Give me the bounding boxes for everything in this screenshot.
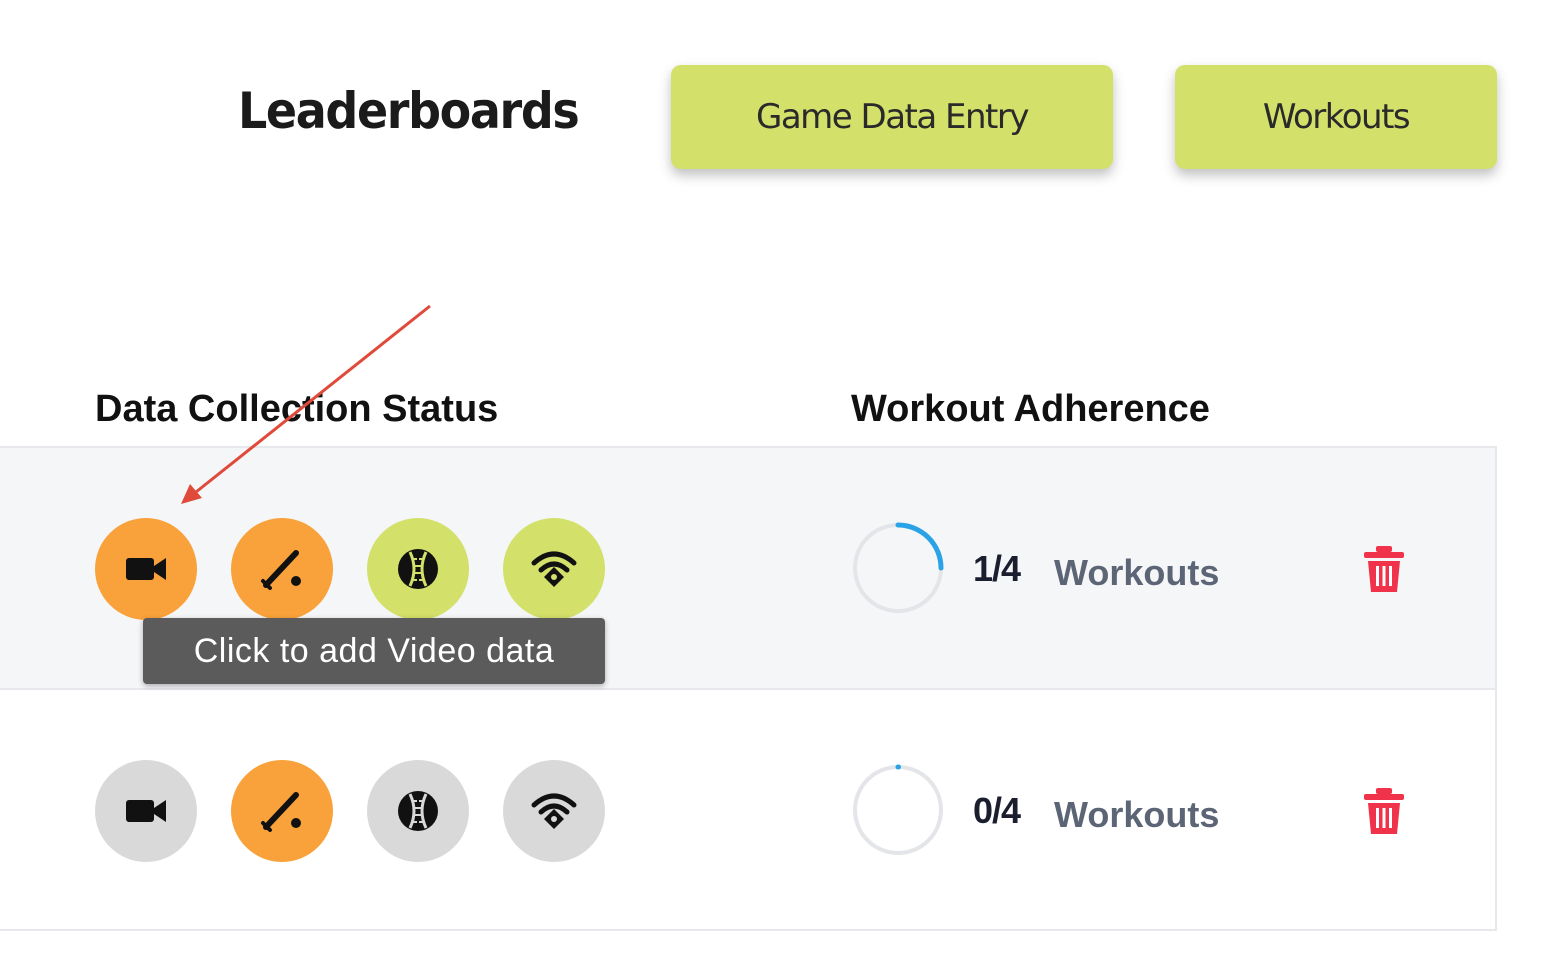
sensor-data-button[interactable]	[503, 518, 605, 620]
video-data-button[interactable]	[95, 760, 197, 862]
page-title[interactable]: Leaderboards	[238, 82, 580, 140]
wireless-sensor-icon	[531, 551, 577, 587]
baseball-bat-icon	[261, 550, 301, 590]
game-data-entry-button[interactable]: Game Data Entry	[671, 65, 1113, 169]
workouts-button[interactable]: Workouts	[1175, 65, 1497, 169]
workouts-count: 1/4	[973, 548, 1021, 589]
baseball-icon	[398, 549, 438, 589]
baseball-icon	[398, 791, 438, 831]
table-row: 0/4 Workouts	[0, 688, 1497, 930]
video-camera-icon	[126, 800, 166, 822]
video-data-button[interactable]	[95, 518, 197, 620]
wireless-sensor-icon	[531, 793, 577, 829]
workouts-label: Workouts	[1054, 794, 1220, 835]
status-icons	[95, 518, 605, 620]
page: Leaderboards Game Data Entry Workouts Da…	[0, 0, 1563, 953]
ball-data-button[interactable]	[367, 760, 469, 862]
ball-data-button[interactable]	[367, 518, 469, 620]
row-divider	[0, 929, 1497, 931]
trash-icon[interactable]	[1362, 544, 1406, 594]
video-data-tooltip: Click to add Video data	[143, 618, 605, 684]
status-icons	[95, 760, 605, 862]
workout-adherence-header: Workout Adherence	[851, 388, 1210, 430]
workouts-count: 0/4	[973, 790, 1021, 831]
trash-icon[interactable]	[1362, 786, 1406, 836]
bat-data-button[interactable]	[231, 760, 333, 862]
baseball-bat-icon	[261, 792, 301, 832]
bat-data-button[interactable]	[231, 518, 333, 620]
sensor-data-button[interactable]	[503, 760, 605, 862]
workouts-label: Workouts	[1054, 552, 1220, 593]
progress-arc	[895, 522, 944, 571]
adherence-progress-ring	[853, 522, 944, 613]
adherence-progress-ring	[853, 764, 943, 855]
data-collection-status-header: Data Collection Status	[95, 388, 499, 430]
video-camera-icon	[126, 558, 166, 580]
